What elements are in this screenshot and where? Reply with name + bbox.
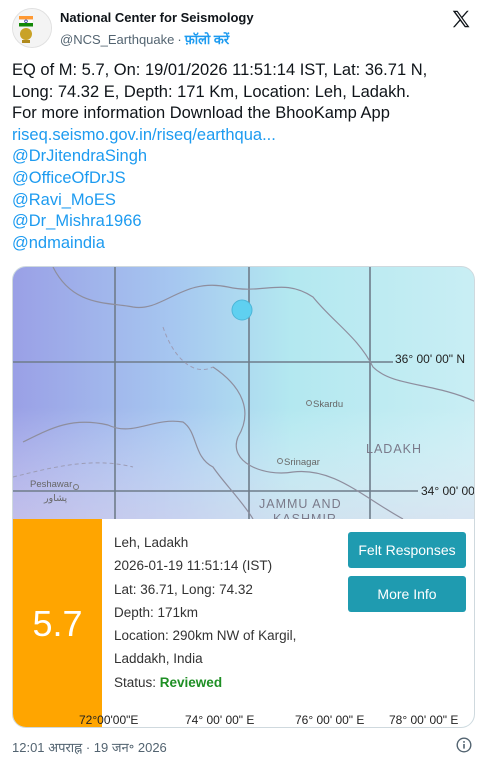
tweet-line: EQ of M: 5.7, On: 19/01/2026 11:51:14 IS… bbox=[12, 61, 428, 79]
tweet-line: For more information Download the BhooKa… bbox=[12, 104, 390, 123]
status-label: Status: bbox=[114, 674, 160, 690]
emblem-icon bbox=[13, 9, 51, 47]
lon-label: 74° 00' 00" E bbox=[185, 713, 255, 727]
detail-location: Leh, Ladakh bbox=[114, 535, 189, 550]
lon-label: 72°00'00"E bbox=[79, 713, 139, 727]
earthquake-info-panel: 5.7 Leh, Ladakh 2026-01-19 11:51:14 (IST… bbox=[13, 519, 474, 727]
mention-link[interactable]: @OfficeOfDrJS bbox=[12, 168, 474, 190]
earthquake-details: Leh, Ladakh 2026-01-19 11:51:14 (IST) La… bbox=[114, 531, 296, 694]
mention-link[interactable]: @ndmaindia bbox=[12, 233, 474, 255]
longitude-labels: 72°00'00"E 74° 00' 00" E 76° 00' 00" E 7… bbox=[13, 711, 474, 727]
tweet-link[interactable]: riseq.seismo.gov.in/riseq/earthqua... bbox=[12, 125, 474, 147]
more-info-button[interactable]: More Info bbox=[348, 576, 466, 612]
x-logo-icon[interactable] bbox=[450, 8, 472, 30]
info-icon[interactable] bbox=[456, 737, 472, 753]
detail-location-1: Location: 290km NW of Kargil, bbox=[114, 628, 297, 644]
detail-status: Status: Reviewed bbox=[114, 671, 296, 694]
place-label-peshawar: Peshawar bbox=[30, 479, 72, 490]
lon-label: 78° 00' 00" E bbox=[389, 713, 459, 727]
mention-link[interactable]: @Ravi_MoES bbox=[12, 190, 474, 212]
separator: · bbox=[177, 32, 182, 47]
tweet-text: EQ of M: 5.7, On: 19/01/2026 11:51:14 IS… bbox=[12, 60, 474, 254]
avatar[interactable] bbox=[12, 8, 52, 48]
felt-responses-button[interactable]: Felt Responses bbox=[348, 532, 466, 568]
mention-link[interactable]: @DrJitendraSingh bbox=[12, 146, 474, 168]
region-label-jammu: JAMMU AND bbox=[259, 497, 342, 511]
author-handle[interactable]: @NCS_Earthquake bbox=[60, 32, 174, 47]
author-handle-row: @NCS_Earthquake · फ़ॉलो करें bbox=[60, 30, 229, 48]
follow-button[interactable]: फ़ॉलो करें bbox=[185, 32, 229, 47]
status-value: Reviewed bbox=[159, 674, 223, 690]
lat-label: 34° 00' 00" N bbox=[421, 484, 475, 498]
detail-datetime: 2026-01-19 11:51:14 (IST) bbox=[114, 558, 273, 574]
place-label-srinagar: Srinagar bbox=[284, 457, 320, 468]
detail-location-2: Laddakh, India bbox=[114, 651, 203, 667]
author-name[interactable]: National Center for Seismology bbox=[60, 10, 254, 25]
earthquake-card[interactable]: Skardu Srinagar Peshawar پشاور LADAKH JA… bbox=[12, 266, 475, 728]
tweet-timestamp[interactable]: 12:01 अपराह्न · 19 जन॰ 2026 bbox=[12, 738, 167, 756]
epicenter-marker[interactable] bbox=[231, 299, 253, 321]
lon-label: 76° 00' 00" E bbox=[295, 713, 365, 727]
detail-depth: Depth: 171km bbox=[114, 604, 199, 620]
mention-link[interactable]: @Dr_Mishra1966 bbox=[12, 211, 474, 233]
tweet-line: Long: 74.32 E, Depth: 171 Km, Location: … bbox=[12, 82, 411, 101]
place-label-peshawar-urdu: پشاور bbox=[43, 493, 68, 504]
detail-latlong: Lat: 36.71, Long: 74.32 bbox=[114, 581, 253, 597]
region-label-ladakh: LADAKH bbox=[366, 442, 422, 456]
magnitude-badge: 5.7 bbox=[13, 519, 102, 727]
lat-label: 36° 00' 00" N bbox=[395, 352, 465, 366]
place-label-skardu: Skardu bbox=[313, 399, 343, 410]
